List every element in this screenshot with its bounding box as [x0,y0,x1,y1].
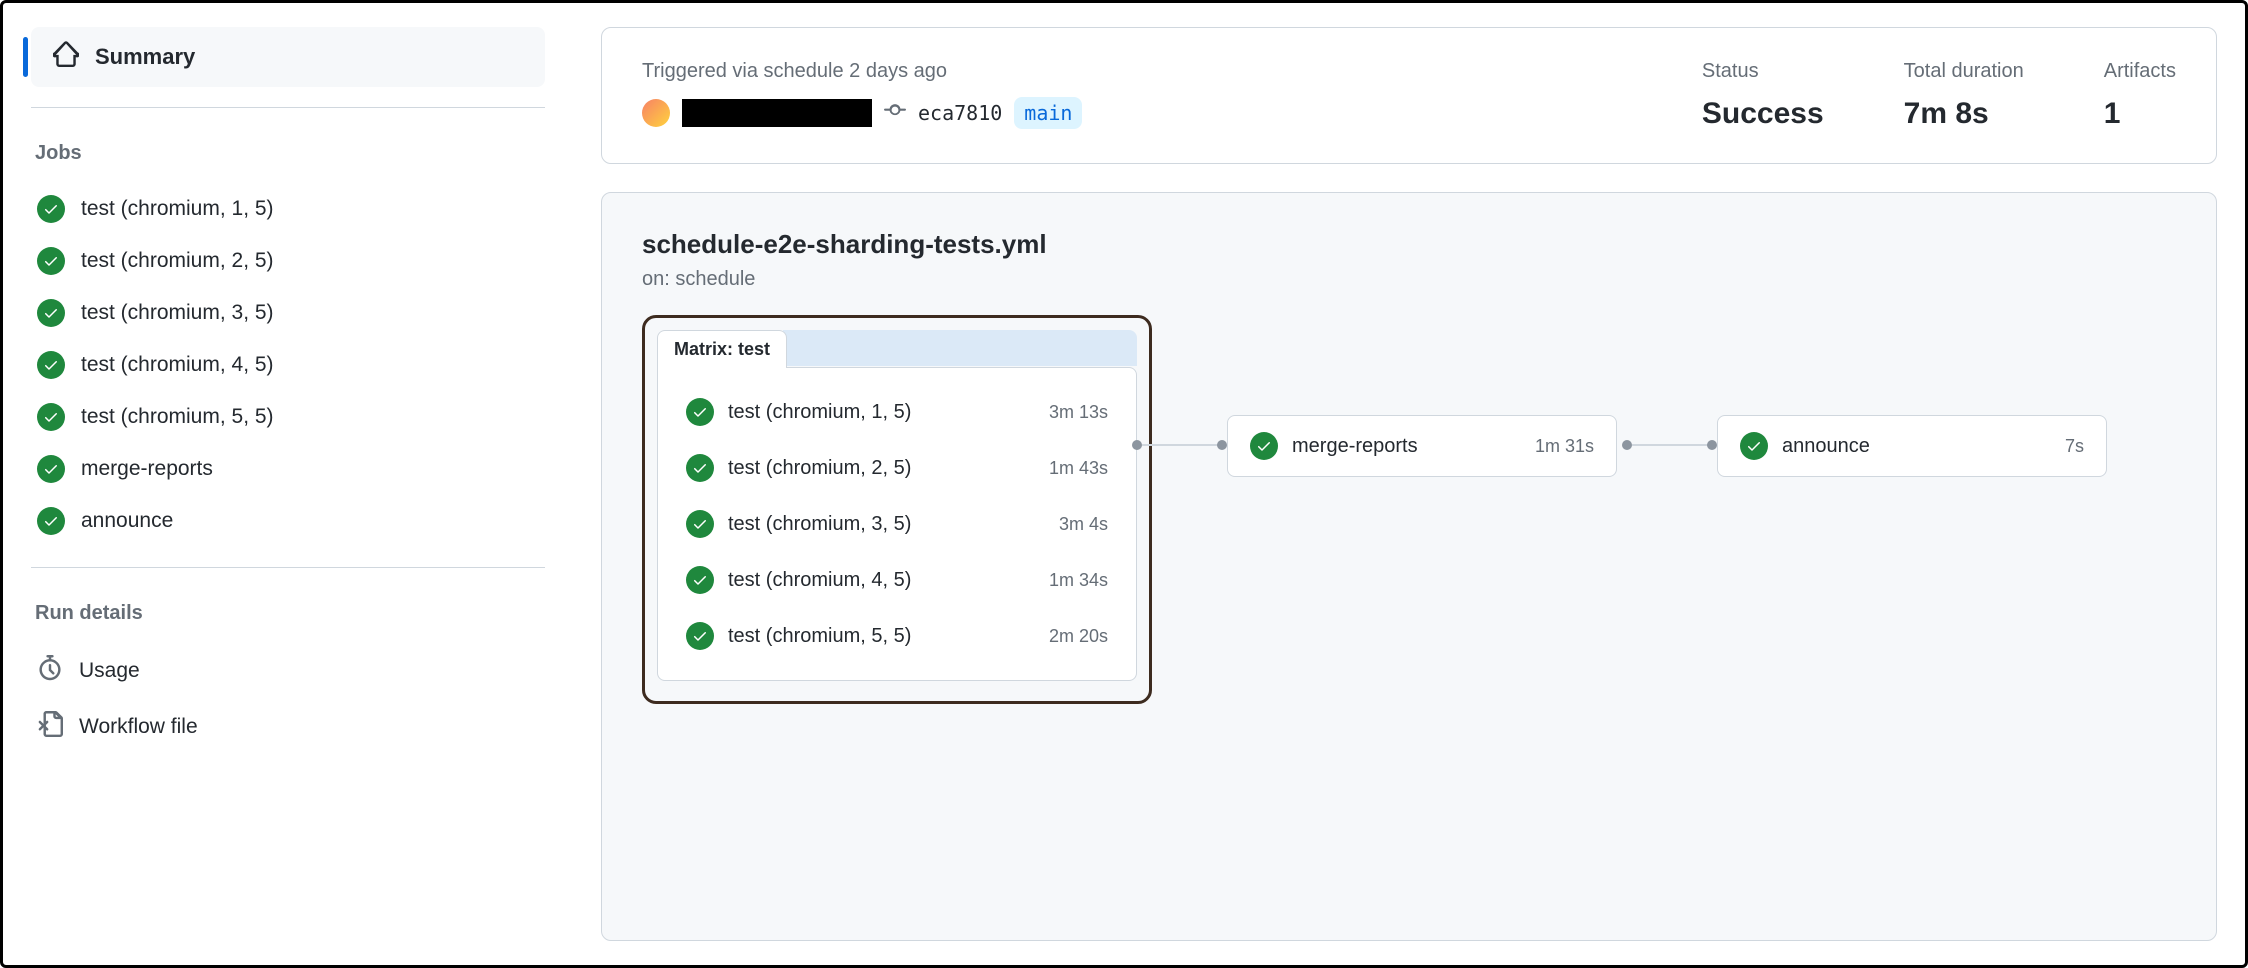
sidebar-job-item[interactable]: test (chromium, 2, 5) [31,235,545,287]
node-duration: 1m 31s [1535,436,1594,457]
jobs-section-label: Jobs [31,132,545,183]
matrix-job-name: test (chromium, 5, 5) [728,625,1035,648]
sidebar-job-item[interactable]: test (chromium, 4, 5) [31,339,545,391]
check-circle-icon [686,510,714,538]
main-content: Triggered via schedule 2 days ago eca781… [573,3,2245,965]
avatar-icon[interactable] [642,99,670,127]
workflow-file-link[interactable]: Workflow file [31,699,545,755]
matrix-job-row[interactable]: test (chromium, 2, 5) 1m 43s [668,440,1126,496]
graph-node-dot [1707,440,1717,450]
check-circle-icon [686,566,714,594]
workflow-graph-panel: schedule-e2e-sharding-tests.yml on: sche… [601,192,2217,941]
duration-value: 7m 8s [1904,97,2024,131]
matrix-job-row[interactable]: test (chromium, 1, 5) 3m 13s [668,384,1126,440]
sidebar-job-item[interactable]: announce [31,495,545,547]
run-summary-card: Triggered via schedule 2 days ago eca781… [601,27,2217,164]
matrix-job-row[interactable]: test (chromium, 3, 5) 3m 4s [668,496,1126,552]
run-details-label: Run details [31,592,545,643]
graph-node-dot [1217,440,1227,450]
job-label: test (chromium, 2, 5) [81,249,274,273]
sidebar-job-item[interactable]: test (chromium, 1, 5) [31,183,545,235]
check-circle-icon [37,299,65,327]
job-label: merge-reports [81,457,213,481]
sidebar-job-item[interactable]: merge-reports [31,443,545,495]
check-circle-icon [1740,432,1768,460]
matrix-job-row[interactable]: test (chromium, 5, 5) 2m 20s [668,608,1126,664]
workflow-trigger: on: schedule [642,268,2176,291]
graph-node-dot [1622,440,1632,450]
status-value: Success [1702,97,1824,131]
job-node-announce[interactable]: announce 7s [1717,415,2107,477]
graph-connector [1632,444,1712,446]
check-circle-icon [37,351,65,379]
divider [31,107,545,108]
actor-name-redacted [682,99,872,127]
workflow-file-label: Workflow file [79,715,198,739]
check-circle-icon [37,455,65,483]
sidebar-job-item[interactable]: test (chromium, 3, 5) [31,287,545,339]
check-circle-icon [37,195,65,223]
artifacts-label: Artifacts [2104,60,2176,83]
usage-label: Usage [79,659,140,683]
sidebar-job-item[interactable]: test (chromium, 5, 5) [31,391,545,443]
graph-connector [1142,444,1222,446]
check-circle-icon [1250,432,1278,460]
home-icon [53,41,79,73]
check-circle-icon [37,403,65,431]
check-circle-icon [37,247,65,275]
file-code-icon [37,711,63,743]
matrix-group: Matrix: test test (chromium, 1, 5) 3m 13… [642,315,1152,704]
matrix-job-duration: 3m 13s [1049,402,1108,423]
sidebar-summary[interactable]: Summary [31,27,545,87]
job-node-merge-reports[interactable]: merge-reports 1m 31s [1227,415,1617,477]
status-label: Status [1702,60,1824,83]
graph-node-dot [1132,440,1142,450]
stopwatch-icon [37,655,63,687]
duration-label: Total duration [1904,60,2024,83]
matrix-tab-shadow [783,330,1137,366]
job-label: test (chromium, 1, 5) [81,197,274,221]
divider [31,567,545,568]
check-circle-icon [686,454,714,482]
artifacts-value: 1 [2104,97,2176,131]
job-label: test (chromium, 5, 5) [81,405,274,429]
job-label: test (chromium, 4, 5) [81,353,274,377]
node-name: announce [1782,435,2051,458]
matrix-job-duration: 2m 20s [1049,626,1108,647]
usage-link[interactable]: Usage [31,643,545,699]
check-circle-icon [37,507,65,535]
matrix-job-name: test (chromium, 4, 5) [728,569,1035,592]
check-circle-icon [686,398,714,426]
job-label: announce [81,509,173,533]
matrix-job-name: test (chromium, 1, 5) [728,401,1035,424]
check-circle-icon [686,622,714,650]
matrix-job-name: test (chromium, 3, 5) [728,513,1045,536]
matrix-tab[interactable]: Matrix: test [657,330,787,368]
workflow-title: schedule-e2e-sharding-tests.yml [642,229,2176,260]
node-name: merge-reports [1292,435,1521,458]
matrix-job-row[interactable]: test (chromium, 4, 5) 1m 34s [668,552,1126,608]
trigger-label: Triggered via schedule 2 days ago [642,60,1622,83]
matrix-job-name: test (chromium, 2, 5) [728,457,1035,480]
sidebar: Summary Jobs test (chromium, 1, 5) test … [3,3,573,965]
matrix-job-duration: 3m 4s [1059,514,1108,535]
node-duration: 7s [2065,436,2084,457]
job-label: test (chromium, 3, 5) [81,301,274,325]
commit-icon [884,99,906,127]
matrix-job-duration: 1m 43s [1049,458,1108,479]
summary-label: Summary [95,44,195,70]
commit-sha[interactable]: eca7810 [918,101,1002,125]
matrix-job-duration: 1m 34s [1049,570,1108,591]
branch-badge[interactable]: main [1014,97,1082,129]
